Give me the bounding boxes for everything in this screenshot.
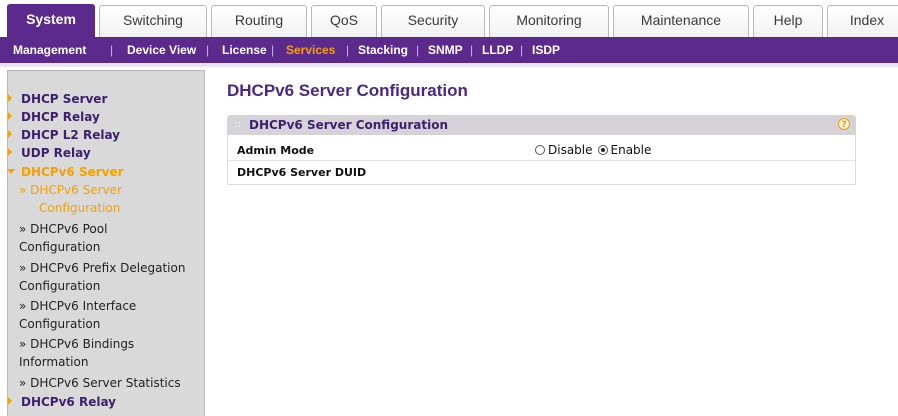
sidebar-item-label: DHCPv6 Relay xyxy=(21,395,116,409)
caret-right-icon xyxy=(8,397,12,405)
disable-radio[interactable] xyxy=(535,145,545,155)
submenu-stacking[interactable]: Stacking xyxy=(358,37,408,63)
sidebar-subitem-label: Configuration xyxy=(19,317,101,331)
tab-index[interactable]: Index xyxy=(827,5,898,37)
disable-radio-label[interactable]: Disable xyxy=(548,143,593,157)
drag-handle-icon: :: xyxy=(234,119,241,130)
panel-title: DHCPv6 Server Configuration xyxy=(249,118,448,132)
panel-body: Admin Mode Disable Enable DHCPv6 Server D… xyxy=(227,135,856,185)
sidebar-subitem-dhcpv6-server-configuration[interactable]: » DHCPv6 Server Configuration xyxy=(19,183,122,215)
sidebar-subitem-label: » DHCPv6 Pool xyxy=(19,222,108,236)
sub-menu-bar: Management | Device View | License | Ser… xyxy=(0,37,898,63)
sidebar-item-label: DHCP L2 Relay xyxy=(21,128,120,142)
sidebar-item-label: DHCP Server xyxy=(21,92,108,106)
sidebar-subitem-label: Information xyxy=(19,355,89,369)
sidebar-subitem-label: » DHCPv6 Interface xyxy=(19,299,137,313)
tab-help[interactable]: Help xyxy=(753,5,823,37)
panel-header: :: DHCPv6 Server Configuration ? xyxy=(227,115,856,135)
caret-down-icon xyxy=(7,169,15,174)
sidebar: DHCP Server DHCP Relay DHCP L2 Relay UDP… xyxy=(7,70,205,416)
sidebar-subitem-label: » DHCPv6 Bindings xyxy=(19,337,135,351)
submenu-management[interactable]: Management xyxy=(13,37,86,63)
enable-radio[interactable] xyxy=(597,145,608,155)
caret-right-icon xyxy=(8,130,12,138)
sidebar-item-label: DHCPv6 Server xyxy=(21,165,124,179)
sidebar-item-label: DHCP Relay xyxy=(21,110,100,124)
admin-mode-label: Admin Mode xyxy=(237,144,315,157)
sidebar-item-label: UDP Relay xyxy=(21,146,91,160)
tab-routing[interactable]: Routing xyxy=(211,5,307,37)
sidebar-subitem-label: » DHCPv6 Server Statistics xyxy=(19,376,181,390)
admin-mode-radio-group: Disable Enable xyxy=(535,143,656,157)
sidebar-subitem-dhcpv6-pool-configuration[interactable]: » DHCPv6 Pool Configuration xyxy=(19,222,107,254)
submenu-separator: | xyxy=(271,43,275,57)
submenu-license[interactable]: License xyxy=(222,37,267,63)
tab-system[interactable]: System xyxy=(7,4,95,37)
submenu-separator: | xyxy=(470,43,474,57)
sub-menu-divider xyxy=(0,63,898,67)
page-title: DHCPv6 Server Configuration xyxy=(227,81,468,100)
sidebar-subitem-dhcpv6-server-statistics[interactable]: » DHCPv6 Server Statistics xyxy=(19,376,181,390)
submenu-separator: | xyxy=(416,43,420,57)
submenu-device-view[interactable]: Device View xyxy=(127,37,196,63)
main-tab-bar: System Switching Routing QoS Security Mo… xyxy=(0,0,898,37)
tab-switching[interactable]: Switching xyxy=(99,5,207,37)
caret-right-icon xyxy=(8,148,12,156)
caret-right-icon xyxy=(8,112,12,120)
submenu-lldp[interactable]: LLDP xyxy=(482,37,513,63)
submenu-isdp[interactable]: ISDP xyxy=(532,37,560,63)
sidebar-subitem-dhcpv6-bindings-information[interactable]: » DHCPv6 Bindings Information xyxy=(19,337,134,369)
tab-qos[interactable]: QoS xyxy=(311,5,377,37)
caret-right-icon xyxy=(8,94,12,102)
tab-security[interactable]: Security xyxy=(381,5,485,37)
help-icon[interactable]: ? xyxy=(838,118,850,130)
submenu-separator: | xyxy=(520,43,524,57)
sidebar-subitem-label: » DHCPv6 Server xyxy=(19,183,122,197)
sidebar-subitem-label: Configuration xyxy=(19,279,101,293)
sidebar-subitem-label: Configuration xyxy=(39,201,121,215)
tab-monitoring[interactable]: Monitoring xyxy=(489,5,609,37)
submenu-separator: | xyxy=(110,43,114,57)
enable-radio-label[interactable]: Enable xyxy=(611,143,652,157)
submenu-separator: | xyxy=(346,43,350,57)
submenu-services[interactable]: Services xyxy=(286,37,335,63)
sidebar-subitem-label: » DHCPv6 Prefix Delegation xyxy=(19,261,186,275)
row-divider xyxy=(228,160,855,161)
sidebar-subitem-label: Configuration xyxy=(19,240,101,254)
tab-maintenance[interactable]: Maintenance xyxy=(613,5,749,37)
dhcpv6-server-duid-label: DHCPv6 Server DUID xyxy=(237,166,367,179)
sidebar-subitem-dhcpv6-interface-configuration[interactable]: » DHCPv6 Interface Configuration xyxy=(19,299,136,331)
sidebar-subitem-dhcpv6-prefix-delegation-configuration[interactable]: » DHCPv6 Prefix Delegation Configuration xyxy=(19,261,185,293)
submenu-separator: | xyxy=(206,43,210,57)
submenu-snmp[interactable]: SNMP xyxy=(428,37,463,63)
